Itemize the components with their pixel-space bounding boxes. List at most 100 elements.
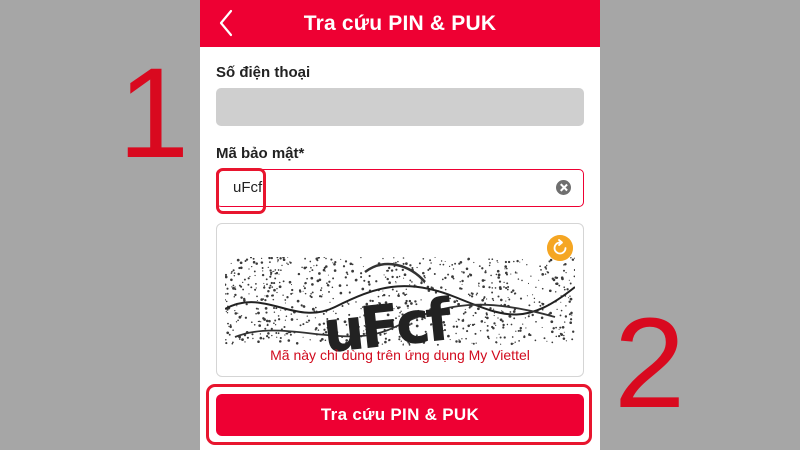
captcha-noise-dot — [474, 311, 477, 314]
captcha-noise-dot — [440, 260, 443, 262]
captcha-noise-dot — [227, 322, 229, 325]
captcha-noise-dot — [568, 300, 571, 303]
captcha-noise-dot — [334, 260, 337, 264]
captcha-noise-dot — [226, 287, 229, 290]
captcha-noise-dot — [491, 258, 494, 261]
clear-circle-icon[interactable] — [556, 180, 571, 195]
captcha-noise-dot — [286, 332, 289, 335]
captcha-noise-dot — [328, 290, 330, 293]
captcha-noise-dot — [360, 272, 363, 275]
captcha-noise-dot — [505, 286, 508, 290]
captcha-noise-dot — [253, 324, 256, 326]
captcha-noise-dot — [465, 267, 469, 271]
captcha-noise-dot — [454, 262, 457, 265]
captcha-noise-dot — [340, 258, 342, 260]
captcha-noise-dot — [521, 259, 523, 261]
captcha-noise-dot — [237, 272, 240, 276]
captcha-noise-dot — [290, 313, 293, 315]
captcha-noise-dot — [267, 332, 270, 335]
captcha-noise-dot — [235, 321, 238, 323]
captcha-noise-dot — [241, 338, 244, 341]
captcha-noise-dot — [559, 314, 562, 317]
captcha-noise-dot — [346, 273, 349, 275]
captcha-noise-dot — [268, 257, 271, 260]
captcha-noise-dot — [286, 262, 288, 264]
captcha-noise-dot — [496, 337, 498, 339]
captcha-noise-dot — [554, 291, 557, 293]
captcha-noise-dot — [248, 293, 250, 295]
captcha-noise-dot — [270, 281, 273, 285]
captcha-noise-dot — [475, 342, 477, 344]
captcha-noise-dot — [465, 337, 467, 340]
captcha-noise-dot — [473, 323, 476, 326]
phone-number-input[interactable] — [216, 88, 584, 126]
captcha-noise-dot — [318, 295, 322, 298]
captcha-noise-dot — [546, 340, 548, 342]
captcha-noise-dot — [234, 312, 238, 315]
captcha-noise-dot — [449, 339, 451, 341]
captcha-noise-dot — [396, 276, 399, 279]
captcha-noise-dot — [563, 264, 565, 266]
captcha-noise-dot — [569, 297, 573, 301]
captcha-noise-dot — [277, 261, 279, 263]
captcha-noise-dot — [270, 257, 273, 260]
captcha-noise-dot — [409, 284, 411, 286]
captcha-noise-dot — [530, 275, 532, 277]
captcha-noise-dot — [305, 266, 308, 269]
captcha-noise-dot — [567, 297, 569, 299]
captcha-noise-dot — [262, 337, 265, 340]
captcha-noise-dot — [302, 323, 305, 326]
captcha-noise-dot — [274, 324, 277, 326]
captcha-noise-dot — [546, 264, 548, 267]
captcha-noise-dot — [310, 293, 312, 295]
captcha-noise-dot — [311, 269, 314, 272]
captcha-noise-dot — [285, 315, 288, 318]
captcha-noise-dot — [290, 318, 294, 321]
captcha-noise-dot — [301, 266, 303, 269]
captcha-noise-dot — [481, 267, 484, 270]
captcha-noise-dot — [295, 342, 299, 345]
captcha-noise-dot — [333, 269, 337, 272]
captcha-noise-dot — [269, 275, 272, 278]
captcha-noise-dot — [547, 271, 550, 274]
captcha-noise-dot — [505, 267, 508, 270]
captcha-noise-dot — [306, 315, 308, 317]
refresh-icon[interactable] — [547, 235, 573, 261]
captcha-noise-dot — [493, 322, 496, 325]
captcha-noise-dot — [265, 278, 268, 281]
captcha-noise-dot — [560, 301, 562, 303]
captcha-noise-dot — [486, 316, 489, 320]
page-title: Tra cứu PIN & PUK — [303, 11, 497, 35]
captcha-noise-dot — [324, 270, 326, 272]
captcha-noise-dot — [225, 275, 228, 279]
captcha-noise-dot — [521, 279, 523, 282]
captcha-noise-dot — [555, 277, 558, 279]
captcha-noise-dot — [242, 288, 245, 291]
captcha-noise-dot — [523, 335, 526, 338]
captcha-noise-dot — [325, 257, 327, 260]
captcha-noise-dot — [569, 295, 571, 297]
captcha-noise-dot — [360, 257, 362, 259]
captcha-noise-dot — [230, 272, 233, 274]
captcha-noise-dot — [261, 273, 265, 277]
captcha-noise-dot — [230, 262, 232, 264]
highlight-security-code — [216, 168, 266, 214]
captcha-noise-dot — [247, 277, 250, 280]
captcha-noise-dot — [247, 283, 250, 286]
captcha-noise-dot — [259, 333, 262, 335]
captcha-noise-dot — [253, 270, 256, 273]
captcha-noise-dot — [279, 257, 282, 260]
captcha-noise-dot — [260, 261, 264, 264]
chevron-left-icon[interactable] — [216, 8, 238, 38]
captcha-noise-dot — [535, 320, 537, 323]
captcha-noise-dot — [571, 258, 575, 261]
captcha-noise-dot — [456, 300, 459, 302]
captcha-noise-dot — [568, 279, 570, 281]
captcha-noise-dot — [522, 323, 524, 325]
captcha-noise-dot — [558, 335, 561, 338]
captcha-noise-dot — [480, 320, 484, 323]
security-code-input[interactable]: uFcf — [216, 169, 584, 207]
captcha-noise-dot — [225, 298, 226, 301]
captcha-noise-dot — [506, 288, 509, 291]
captcha-noise-dot — [349, 262, 353, 266]
